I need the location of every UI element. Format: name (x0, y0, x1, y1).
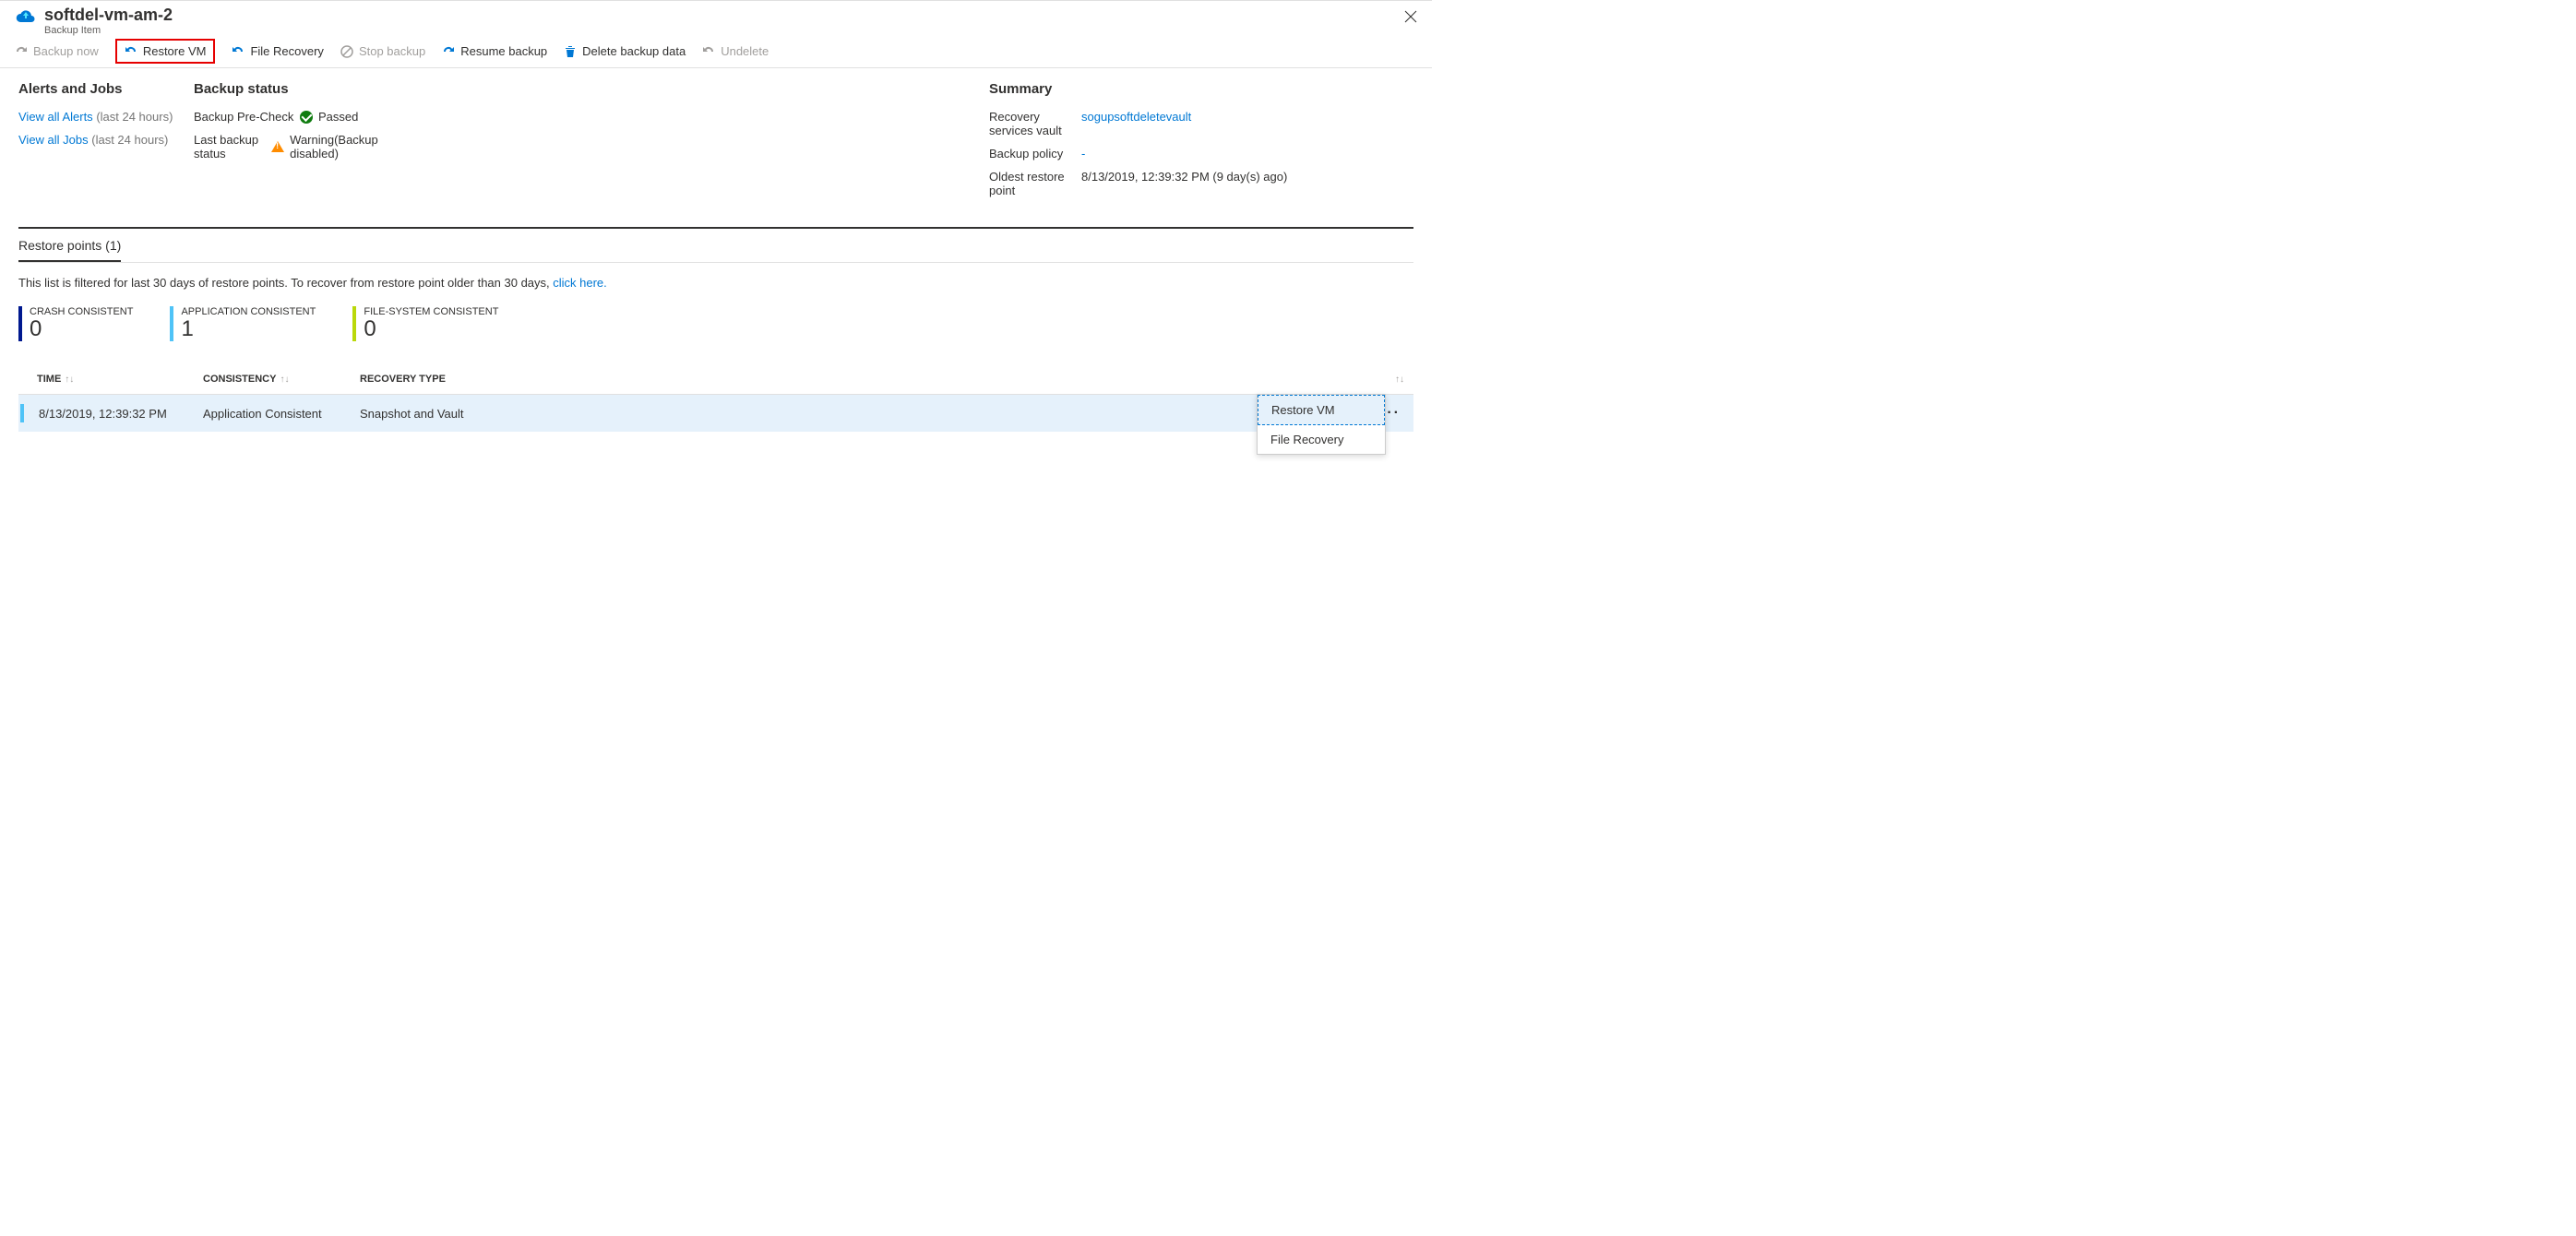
row-consistency-bar (20, 404, 24, 422)
crash-consistent-value: 0 (30, 317, 133, 341)
summary-heading: Summary (989, 81, 1413, 97)
sort-icon: ↑↓ (65, 374, 74, 385)
cell-time: 8/13/2019, 12:39:32 PM (39, 407, 203, 421)
vault-link[interactable]: sogupsoftdeletevault (1081, 110, 1191, 137)
col-header-time[interactable]: TIME ↑↓ (37, 374, 203, 385)
warning-icon (271, 141, 284, 152)
col-header-recovery[interactable]: RECOVERY TYPE (360, 374, 1377, 385)
last-backup-label: Last backup status (194, 133, 271, 160)
filesystem-consistent-label: FILE-SYSTEM CONSISTENT (364, 306, 498, 317)
backup-now-button: Backup now (15, 44, 99, 58)
resume-icon (442, 45, 455, 58)
vault-label: Recovery services vault (989, 110, 1081, 137)
menu-item-file-recovery[interactable]: File Recovery (1258, 425, 1385, 454)
backup-now-label: Backup now (33, 44, 99, 58)
stop-backup-button: Stop backup (340, 44, 425, 58)
crash-consistent-stat: CRASH CONSISTENT 0 (18, 306, 133, 341)
cell-recovery: Snapshot and Vault (360, 407, 1380, 421)
undelete-icon (702, 45, 715, 58)
file-recovery-label: File Recovery (250, 44, 323, 58)
row-context-menu: Restore VM File Recovery (1257, 394, 1386, 455)
restore-icon (125, 45, 137, 58)
resume-backup-button[interactable]: Resume backup (442, 44, 547, 58)
page-title: softdel-vm-am-2 (44, 5, 173, 25)
view-all-jobs-link[interactable]: View all Jobs (18, 133, 89, 147)
restore-vm-label: Restore VM (143, 44, 207, 58)
content-area: Alerts and Jobs View all Alerts (last 24… (0, 68, 1432, 432)
view-all-alerts-link[interactable]: View all Alerts (18, 110, 93, 124)
summary-section: Summary Recovery services vault sogupsof… (989, 81, 1413, 207)
consistency-stats: CRASH CONSISTENT 0 APPLICATION CONSISTEN… (18, 306, 1413, 341)
trash-icon (564, 45, 577, 58)
application-consistent-stat: APPLICATION CONSISTENT 1 (170, 306, 316, 341)
status-heading: Backup status (194, 81, 388, 97)
delete-backup-data-label: Delete backup data (582, 44, 686, 58)
last-backup-value: Warning(Backup disabled) (290, 133, 388, 160)
alerts-and-jobs-section: Alerts and Jobs View all Alerts (last 24… (18, 81, 194, 207)
filter-note: This list is filtered for last 30 days o… (18, 263, 1413, 306)
stop-icon (340, 45, 353, 58)
col-consistency-label: CONSISTENCY (203, 374, 276, 385)
col-recovery-label: RECOVERY TYPE (360, 374, 446, 385)
click-here-link[interactable]: click here. (553, 276, 607, 290)
filesystem-consistent-stat: FILE-SYSTEM CONSISTENT 0 (352, 306, 498, 341)
file-recovery-button[interactable]: File Recovery (232, 44, 323, 58)
col-header-actions: ↑↓ (1377, 374, 1413, 385)
undelete-button: Undelete (702, 44, 769, 58)
table-row[interactable]: 8/13/2019, 12:39:32 PM Application Consi… (18, 395, 1413, 432)
restore-points-grid: TIME ↑↓ CONSISTENCY ↑↓ RECOVERY TYPE ↑↓ 8/… (18, 364, 1413, 432)
success-icon (300, 111, 313, 124)
oldest-restore-label: Oldest restore point (989, 170, 1081, 197)
crash-consistent-label: CRASH CONSISTENT (30, 306, 133, 317)
delete-backup-data-button[interactable]: Delete backup data (564, 44, 686, 58)
alerts-heading: Alerts and Jobs (18, 81, 194, 97)
precheck-value: Passed (318, 110, 358, 124)
policy-label: Backup policy (989, 147, 1081, 160)
view-all-jobs-suffix: (last 24 hours) (91, 133, 168, 147)
tab-strip: Restore points (1) (18, 229, 1413, 263)
stop-backup-label: Stop backup (359, 44, 425, 58)
blade-header: softdel-vm-am-2 Backup Item (0, 0, 1432, 37)
precheck-label: Backup Pre-Check (194, 110, 300, 124)
cell-consistency: Application Consistent (203, 407, 360, 421)
oldest-restore-value: 8/13/2019, 12:39:32 PM (9 day(s) ago) (1081, 170, 1287, 197)
page-subtitle: Backup Item (44, 25, 173, 36)
sort-icon: ↑↓ (280, 374, 289, 385)
undelete-label: Undelete (721, 44, 769, 58)
sort-icon: ↑↓ (1395, 374, 1404, 385)
tab-restore-points[interactable]: Restore points (1) (18, 229, 121, 262)
backup-status-section: Backup status Backup Pre-Check Passed La… (194, 81, 388, 207)
restore-vm-button[interactable]: Restore VM (115, 39, 216, 64)
file-recovery-icon (232, 45, 244, 58)
cloud-backup-icon (15, 6, 37, 25)
view-all-alerts-suffix: (last 24 hours) (96, 110, 173, 124)
backup-now-icon (15, 45, 28, 58)
menu-item-restore-vm[interactable]: Restore VM (1258, 395, 1385, 425)
close-icon[interactable] (1399, 5, 1423, 31)
resume-backup-label: Resume backup (460, 44, 547, 58)
grid-header: TIME ↑↓ CONSISTENCY ↑↓ RECOVERY TYPE ↑↓ (18, 364, 1413, 395)
application-consistent-label: APPLICATION CONSISTENT (181, 306, 316, 317)
command-bar: Backup now Restore VM File Recovery Stop… (0, 37, 1432, 68)
col-header-consistency[interactable]: CONSISTENCY ↑↓ (203, 374, 360, 385)
policy-link[interactable]: - (1081, 147, 1085, 160)
filter-note-text: This list is filtered for last 30 days o… (18, 276, 553, 290)
col-time-label: TIME (37, 374, 61, 385)
filesystem-consistent-value: 0 (364, 317, 498, 341)
application-consistent-value: 1 (181, 317, 316, 341)
